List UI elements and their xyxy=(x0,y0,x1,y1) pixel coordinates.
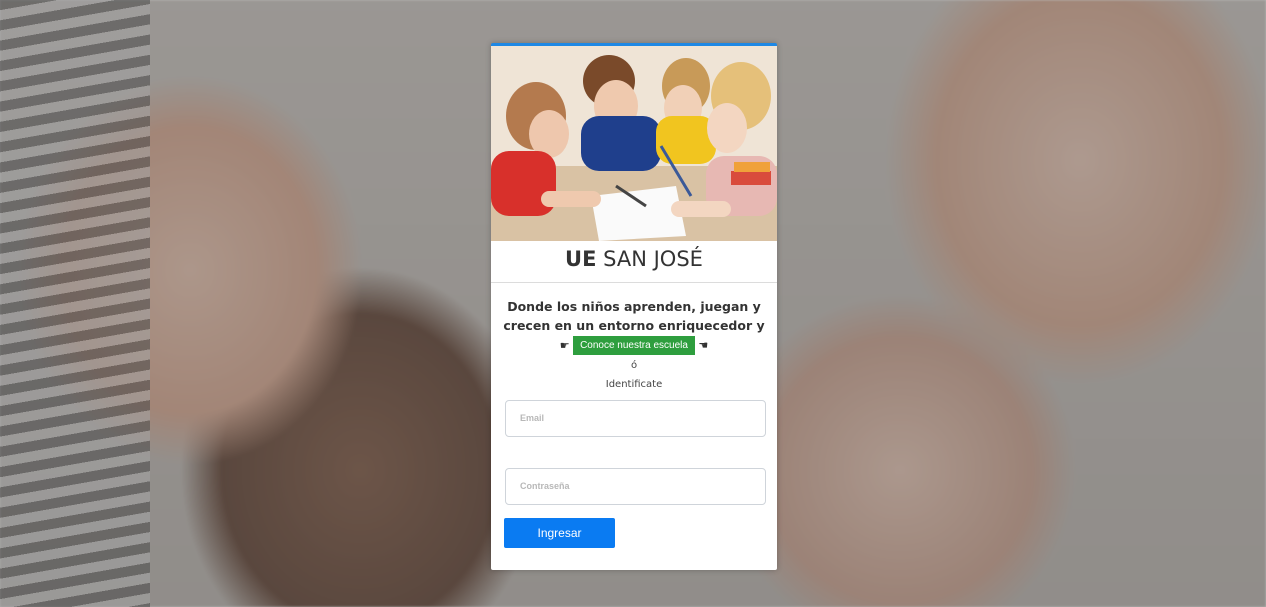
hero-image xyxy=(491,46,777,241)
school-title: UE SAN JOSÉ xyxy=(491,247,777,271)
password-field[interactable]: Contraseña xyxy=(505,468,766,505)
or-separator: ó xyxy=(630,360,638,371)
know-our-school-button[interactable]: Conoce nuestra escuela xyxy=(573,336,695,355)
email-field[interactable]: Email xyxy=(505,400,766,437)
school-title-rest: SAN JOSÉ xyxy=(603,247,703,271)
login-button[interactable]: Ingresar xyxy=(504,518,615,548)
pointing-right-hand-icon: ☛ xyxy=(559,339,570,352)
identify-label: Identificate xyxy=(605,379,663,390)
title-divider xyxy=(491,282,777,283)
login-card: UE SAN JOSÉ Donde los niños aprenden, ju… xyxy=(491,43,777,570)
pointing-left-hand-icon: ☚ xyxy=(698,339,709,352)
school-title-bold: UE xyxy=(565,247,597,271)
cta-row: ☛ Conoce nuestra escuela ☚ xyxy=(491,336,777,355)
